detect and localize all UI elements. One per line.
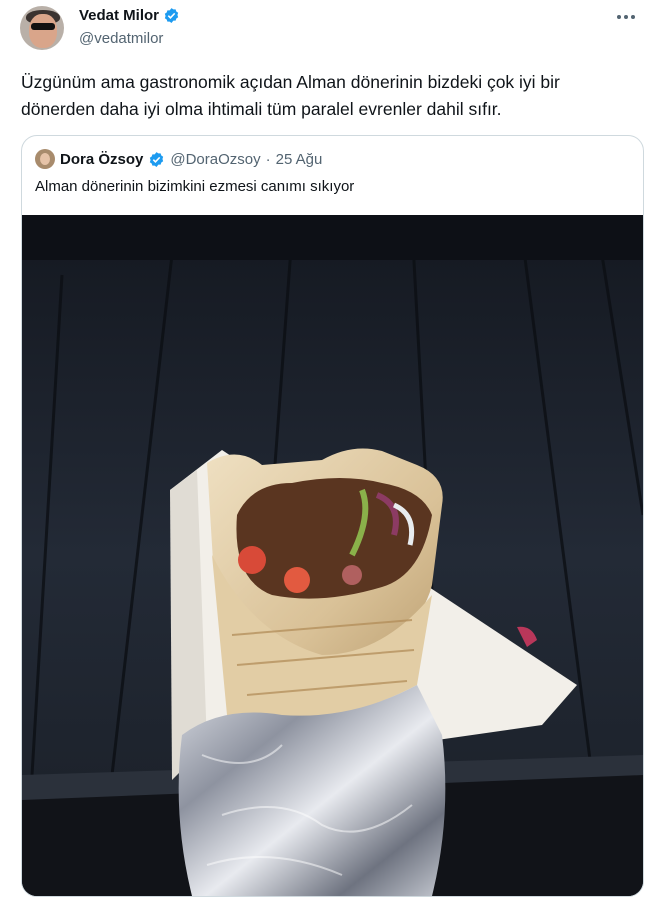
- more-horizontal-icon[interactable]: [612, 9, 640, 25]
- quoted-display-name[interactable]: Dora Özsoy: [60, 151, 143, 168]
- quoted-tweet-card[interactable]: Dora Özsoy @DoraOzsoy · 25 Ağu Alman dön…: [21, 135, 644, 897]
- tweet-text: Üzgünüm ama gastronomik açıdan Alman dön…: [21, 72, 560, 119]
- quoted-separator: ·: [265, 150, 271, 168]
- author-display-name[interactable]: Vedat Milor: [79, 7, 159, 24]
- doner-photo[interactable]: [22, 215, 643, 896]
- verified-badge-icon: [164, 8, 179, 23]
- quoted-avatar[interactable]: [35, 149, 55, 169]
- quoted-header: Dora Özsoy @DoraOzsoy · 25 Ağu: [35, 149, 322, 169]
- quoted-date[interactable]: 25 Ağu: [276, 151, 323, 168]
- doner-photo-illustration: [22, 215, 643, 896]
- avatar-face: [29, 14, 57, 48]
- quoted-handle[interactable]: @DoraOzsoy: [170, 151, 260, 168]
- author-name-row: Vedat Milor: [79, 7, 180, 24]
- author-handle[interactable]: @vedatmilor: [79, 30, 163, 47]
- avatar-glasses: [31, 23, 55, 30]
- author-avatar[interactable]: [20, 6, 64, 50]
- quoted-text: Alman dönerinin bizimkini ezmesi canımı …: [35, 178, 355, 195]
- verified-badge-icon: [150, 151, 164, 167]
